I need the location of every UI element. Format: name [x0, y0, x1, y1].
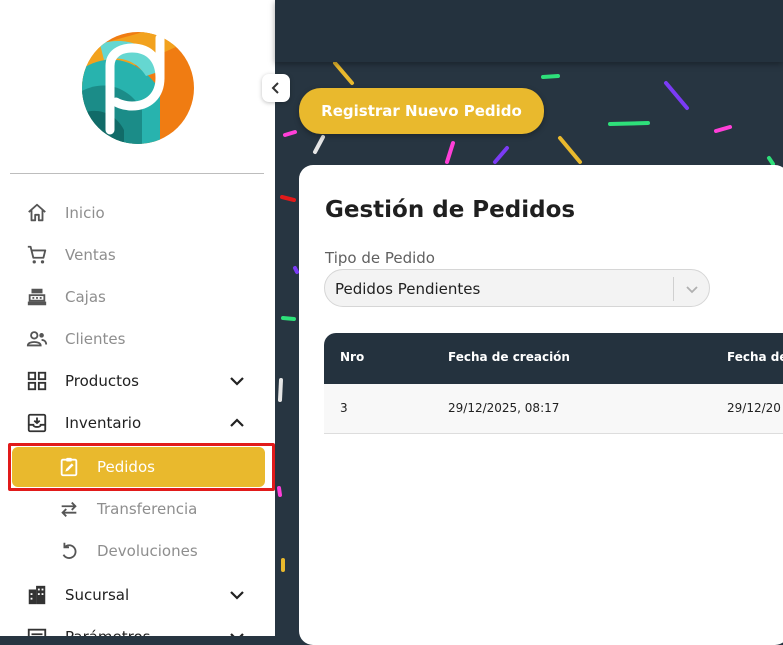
sidebar-item-inventario[interactable]: Inventario — [0, 402, 275, 444]
sidebar-item-label: Ventas — [65, 246, 116, 264]
sidebar-item-label: Parámetros — [65, 628, 150, 636]
sidebar-item-label: Inicio — [65, 204, 105, 222]
home-icon — [25, 201, 49, 225]
select-separator — [673, 277, 674, 301]
chevron-down-icon[interactable] — [227, 585, 247, 605]
register-order-button[interactable]: Registrar Nuevo Pedido — [299, 88, 544, 134]
sidebar-item-devoluciones[interactable]: Devoluciones — [0, 530, 275, 572]
sidebar-item-parametros[interactable]: Parámetros — [0, 616, 275, 636]
chevron-left-icon — [271, 82, 279, 94]
cell-fecha: 29/12/20 — [727, 401, 781, 415]
table-header: Nro Fecha de creación Fecha de — [324, 333, 783, 384]
table-row[interactable]: 3 29/12/2025, 08:17 29/12/20 — [324, 384, 783, 434]
cell-nro: 3 — [340, 401, 348, 415]
sidebar-item-label: Productos — [65, 372, 139, 390]
sidebar-divider — [10, 173, 264, 174]
sidebar-collapse-button[interactable] — [262, 74, 290, 102]
chevron-down-icon[interactable] — [227, 627, 247, 636]
app-logo — [82, 32, 194, 144]
undo-icon — [57, 539, 81, 563]
sidebar-item-productos[interactable]: Productos — [0, 360, 275, 402]
highlight-box — [8, 443, 275, 491]
sidebar-item-sucursal[interactable]: Sucursal — [0, 574, 275, 616]
sidebar: Inicio Ventas Cajas Clientes Productos I — [0, 0, 275, 636]
chevron-up-icon[interactable] — [227, 413, 247, 433]
sidebar-item-transferencia[interactable]: Transferencia — [0, 488, 275, 530]
sidebar-item-label: Inventario — [65, 414, 142, 432]
inventory-icon — [25, 411, 49, 435]
users-icon — [25, 327, 49, 351]
grid-icon — [25, 369, 49, 393]
settings-icon — [25, 625, 49, 636]
order-type-label: Tipo de Pedido — [325, 249, 435, 267]
column-header-fecha-creacion[interactable]: Fecha de creación — [448, 350, 570, 364]
page-title: Gestión de Pedidos — [325, 197, 576, 223]
sidebar-item-inicio[interactable]: Inicio — [0, 192, 275, 234]
order-type-select[interactable]: Pedidos Pendientes — [324, 269, 710, 307]
column-header-nro[interactable]: Nro — [340, 350, 364, 364]
cell-fecha-creacion: 29/12/2025, 08:17 — [448, 401, 560, 415]
cart-icon — [25, 243, 49, 267]
sidebar-item-label: Devoluciones — [97, 542, 198, 560]
sidebar-item-ventas[interactable]: Ventas — [0, 234, 275, 276]
chevron-down-icon[interactable] — [227, 371, 247, 391]
sidebar-item-clientes[interactable]: Clientes — [0, 318, 275, 360]
sidebar-item-label: Cajas — [65, 288, 106, 306]
column-header-fecha[interactable]: Fecha de — [727, 350, 783, 364]
sidebar-item-cajas[interactable]: Cajas — [0, 276, 275, 318]
cash-register-icon — [25, 285, 49, 309]
chevron-down-icon[interactable] — [682, 279, 702, 299]
building-icon — [25, 583, 49, 607]
sidebar-item-label: Transferencia — [97, 500, 198, 518]
top-bar — [275, 0, 783, 62]
transfer-icon — [57, 497, 81, 521]
sidebar-item-label: Sucursal — [65, 586, 130, 604]
sidebar-item-label: Clientes — [65, 330, 126, 348]
order-type-value: Pedidos Pendientes — [335, 280, 481, 298]
